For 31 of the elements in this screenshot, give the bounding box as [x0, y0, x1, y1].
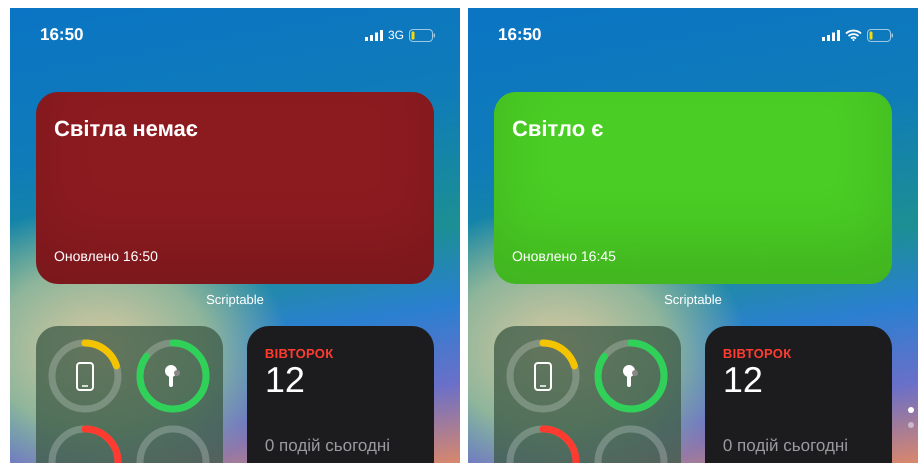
signal-icon — [822, 30, 840, 40]
batteries-widget[interactable] — [36, 326, 223, 463]
calendar-day: 12 — [264, 361, 416, 399]
battery-icon — [409, 28, 436, 42]
signal-icon — [364, 30, 383, 40]
wifi-icon — [845, 29, 862, 41]
calendar-widget[interactable]: ВІВТОРОК 12 0 подій сьогодні — [704, 326, 892, 463]
earbud-icon — [623, 365, 638, 387]
calendar-events: 0 подій сьогодні — [264, 436, 392, 456]
widget-title: Світла немає — [54, 116, 199, 142]
batteries-widget[interactable] — [494, 326, 681, 463]
status-time: 16:50 — [498, 25, 542, 45]
updated-time: Оновлено 16:45 — [512, 248, 617, 264]
phone-icon — [76, 362, 94, 391]
page-dot[interactable] — [908, 422, 914, 428]
battery-icon — [867, 28, 894, 42]
calendar-weekday: ВІВТОРОК — [722, 346, 792, 361]
page-dot[interactable] — [908, 407, 914, 413]
widget-caption: Scriptable — [664, 292, 722, 307]
power-status-widget[interactable]: Світла немає Оновлено 16:50 — [36, 92, 434, 284]
calendar-weekday: ВІВТОРОК — [264, 346, 334, 361]
widget-title: Світло є — [512, 116, 604, 142]
updated-time: Оновлено 16:50 — [54, 248, 159, 264]
network-type: 3G — [388, 28, 404, 42]
calendar-events: 0 подій сьогодні — [722, 436, 850, 456]
calendar-day: 12 — [722, 361, 874, 399]
widget-caption: Scriptable — [206, 292, 264, 307]
phone-icon — [534, 362, 552, 391]
earbud-icon — [165, 365, 180, 387]
status-time: 16:50 — [40, 25, 84, 45]
calendar-widget[interactable]: ВІВТОРОК 12 0 подій сьогодні — [246, 326, 434, 463]
